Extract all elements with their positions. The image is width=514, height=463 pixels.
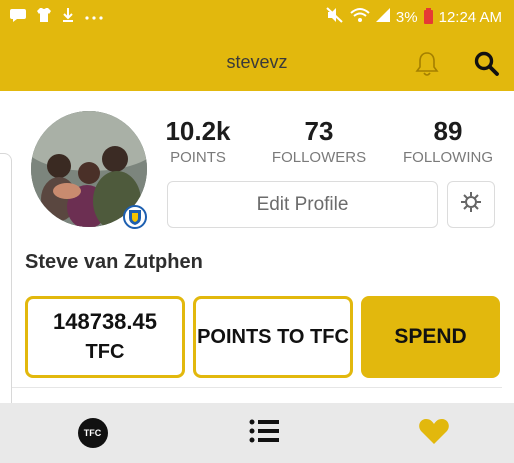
- search-icon[interactable]: [474, 51, 500, 77]
- team-badge-icon: [123, 205, 147, 229]
- heart-icon: [418, 417, 450, 450]
- shirt-icon: [36, 7, 52, 28]
- tfc-balance[interactable]: 148738.45 TFC: [25, 296, 185, 378]
- stat-value: 10.2k: [165, 116, 231, 146]
- message-icon: [10, 8, 26, 27]
- signal-icon: [375, 8, 390, 26]
- status-right: 3% 12:24 AM: [326, 7, 502, 27]
- download-icon: [62, 7, 74, 28]
- stat-followers[interactable]: 73 FOLLOWERS: [259, 116, 379, 170]
- divider: [12, 387, 502, 388]
- bottom-nav: TFC: [0, 403, 514, 463]
- more-icon: [84, 8, 104, 26]
- profile-content: 10.2k POINTS 73 FOLLOWERS 89 FOLLOWING E…: [0, 91, 514, 439]
- avatar-container[interactable]: [31, 111, 147, 229]
- tfc-amount: 148738.45: [53, 309, 157, 334]
- settings-button[interactable]: [447, 181, 495, 228]
- stat-value: 73: [304, 116, 334, 146]
- wifi-icon: [350, 7, 370, 27]
- app-header: stevevz: [0, 34, 514, 91]
- stat-value: 89: [433, 116, 463, 146]
- stat-label: FOLLOWING: [402, 149, 493, 166]
- status-bar: 3% 12:24 AM: [0, 0, 514, 34]
- nav-tfc[interactable]: TFC: [7, 403, 178, 463]
- nav-list[interactable]: [178, 403, 349, 463]
- battery-icon: [423, 8, 433, 24]
- nav-favorites[interactable]: [348, 403, 514, 463]
- top-bar: 3% 12:24 AM stevevz: [0, 0, 514, 91]
- profile-name: Steve van Zutphen: [25, 251, 203, 273]
- spend-button[interactable]: SPEND: [361, 296, 500, 378]
- profile-stats: 10.2k POINTS 73 FOLLOWERS 89 FOLLOWING: [160, 116, 504, 176]
- battery-percent: 3%: [395, 8, 418, 26]
- gear-icon: [460, 191, 482, 218]
- points-to-tfc-button[interactable]: POINTS TO TFC: [193, 296, 353, 378]
- list-icon: [249, 418, 279, 449]
- mute-icon: [326, 7, 344, 27]
- stat-points[interactable]: 10.2k POINTS: [138, 116, 258, 170]
- tfc-unit: TFC: [85, 341, 125, 363]
- bell-icon[interactable]: [414, 50, 440, 78]
- status-left: [10, 7, 104, 28]
- tfc-logo-icon: TFC: [77, 418, 108, 448]
- edit-profile-button[interactable]: Edit Profile: [167, 181, 438, 228]
- stat-label: FOLLOWERS: [271, 149, 367, 166]
- stat-following[interactable]: 89 FOLLOWING: [388, 116, 508, 170]
- side-drawer-handle[interactable]: [0, 153, 12, 439]
- stat-label: POINTS: [170, 149, 226, 166]
- status-time: 12:24 AM: [438, 8, 502, 26]
